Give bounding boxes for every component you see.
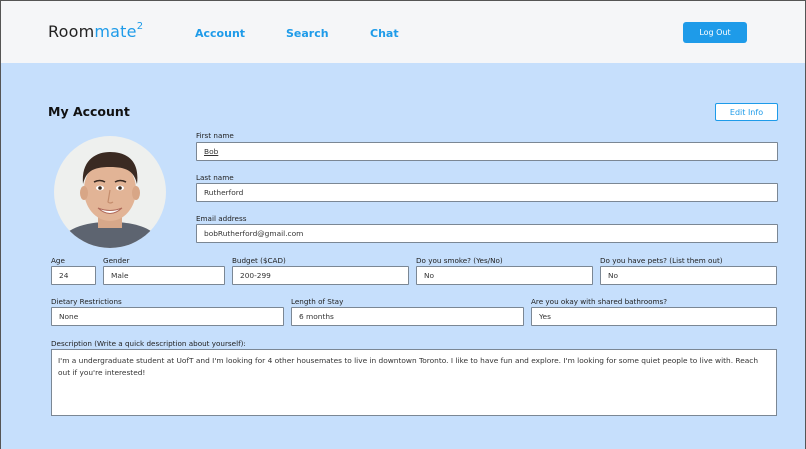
dietary-label: Dietary Restrictions [51,297,122,306]
edit-info-button[interactable]: Edit Info [715,103,778,121]
last-name-label: Last name [196,173,234,182]
page-title: My Account [48,104,130,119]
gender-label: Gender [103,256,130,265]
nav-chat[interactable]: Chat [370,27,399,40]
account-panel: My Account Edit Info First name Bob Last… [1,63,805,449]
email-field[interactable]: bobRutherford@gmail.com [196,224,778,243]
app-logo[interactable]: Roommate2 [48,20,144,41]
email-label: Email address [196,214,247,223]
stay-label: Length of Stay [291,297,344,306]
nav-search[interactable]: Search [286,27,329,40]
gender-field[interactable]: Male [103,266,225,285]
logo-text-room: Room [48,22,95,41]
budget-field[interactable]: 200-299 [232,266,409,285]
logo-text-mate: mate [94,22,137,41]
age-label: Age [51,256,65,265]
bathrooms-label: Are you okay with shared bathrooms? [531,297,668,306]
age-field[interactable]: 24 [51,266,96,285]
logout-button[interactable]: Log Out [683,22,747,43]
avatar [54,136,166,248]
description-label: Description (Write a quick description a… [51,339,246,348]
first-name-label: First name [196,131,234,140]
logo-superscript: 2 [136,20,144,32]
smoke-field[interactable]: No [416,266,593,285]
top-navigation-bar: Roommate2 Account Search Chat Log Out [1,1,805,63]
last-name-field[interactable]: Rutherford [196,183,778,202]
budget-label: Budget ($CAD) [232,256,286,265]
nav-account[interactable]: Account [195,27,245,40]
profile-photo [54,136,166,248]
pets-label: Do you have pets? (List them out) [600,256,723,265]
pets-field[interactable]: No [600,266,777,285]
first-name-field[interactable]: Bob [196,142,778,161]
bathrooms-field[interactable]: Yes [531,307,777,326]
description-field[interactable]: I'm a undergraduate student at UofT and … [51,349,777,416]
stay-field[interactable]: 6 months [291,307,524,326]
smoke-label: Do you smoke? (Yes/No) [416,256,503,265]
dietary-field[interactable]: None [51,307,284,326]
